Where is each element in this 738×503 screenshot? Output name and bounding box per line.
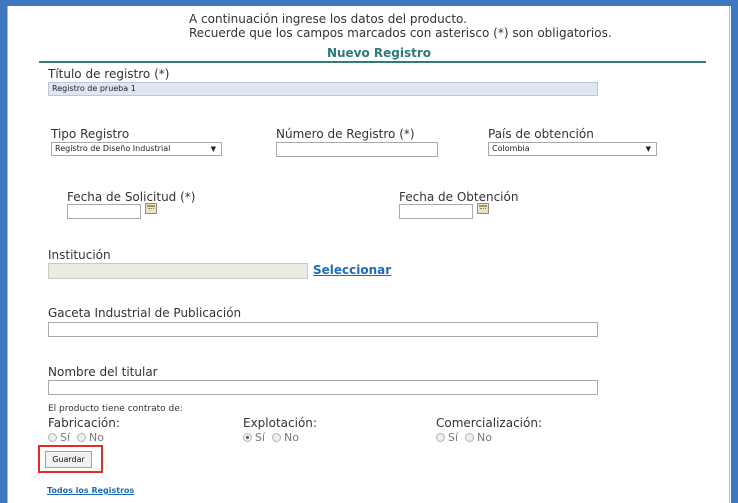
calendar-icon[interactable] bbox=[477, 203, 489, 214]
fecha-solicitud-input[interactable] bbox=[67, 204, 141, 219]
explotacion-no-label: No bbox=[284, 431, 300, 444]
titulo-label: Título de registro (*) bbox=[48, 67, 170, 81]
section-divider bbox=[39, 61, 706, 63]
gaceta-input[interactable] bbox=[48, 322, 598, 337]
fecha-obtencion-label: Fecha de Obtención bbox=[399, 190, 519, 204]
save-button[interactable]: Guardar bbox=[45, 451, 92, 468]
comercializacion-label: Comercialización: bbox=[436, 416, 542, 430]
chevron-down-icon: ▼ bbox=[645, 145, 651, 153]
explotacion-radio-group: Sí No bbox=[243, 431, 303, 444]
gaceta-label: Gaceta Industrial de Publicación bbox=[48, 306, 242, 320]
intro-line-2: Recuerde que los campos marcados con ast… bbox=[189, 26, 612, 40]
fabricacion-label: Fabricación: bbox=[48, 416, 120, 430]
calendar-icon[interactable] bbox=[145, 203, 157, 214]
section-title: Nuevo Registro bbox=[326, 46, 432, 60]
comercializacion-si-radio[interactable] bbox=[436, 433, 445, 442]
explotacion-si-label: Sí bbox=[255, 431, 266, 444]
explotacion-si-radio[interactable] bbox=[243, 433, 252, 442]
comercializacion-radio-group: Sí No bbox=[436, 431, 496, 444]
intro-line-1: A continuación ingrese los datos del pro… bbox=[189, 12, 467, 26]
numero-registro-label: Número de Registro (*) bbox=[276, 127, 415, 141]
pais-label: País de obtención bbox=[488, 127, 594, 141]
pais-value: Colombia bbox=[492, 144, 530, 153]
tipo-registro-select[interactable]: Registro de Diseño Industrial ▼ bbox=[51, 142, 222, 156]
fabricacion-radio-group: Sí No bbox=[48, 431, 108, 444]
comercializacion-no-radio[interactable] bbox=[465, 433, 475, 442]
titular-label: Nombre del titular bbox=[48, 365, 158, 379]
institucion-label: Institución bbox=[48, 248, 111, 262]
pais-select[interactable]: Colombia ▼ bbox=[488, 142, 657, 156]
titular-input[interactable] bbox=[48, 380, 598, 395]
fecha-solicitud-label: Fecha de Solicitud (*) bbox=[67, 190, 196, 204]
fabricacion-no-radio[interactable] bbox=[77, 433, 87, 442]
tipo-registro-label: Tipo Registro bbox=[51, 127, 130, 141]
fabricacion-no-label: No bbox=[89, 431, 105, 444]
all-records-link[interactable]: Todos los Registros bbox=[47, 486, 134, 495]
contrato-label: El producto tiene contrato de: bbox=[48, 404, 183, 414]
fecha-obtencion-input[interactable] bbox=[399, 204, 473, 219]
explotacion-label: Explotación: bbox=[243, 416, 317, 430]
window-frame-right bbox=[731, 0, 738, 503]
comercializacion-no-label: No bbox=[477, 431, 493, 444]
chevron-down-icon: ▼ bbox=[210, 145, 216, 153]
numero-registro-input[interactable] bbox=[276, 142, 438, 157]
institucion-input bbox=[48, 263, 308, 279]
comercializacion-si-label: Sí bbox=[448, 431, 459, 444]
seleccionar-link[interactable]: Seleccionar bbox=[313, 263, 391, 277]
fabricacion-si-radio[interactable] bbox=[48, 433, 57, 442]
titulo-input[interactable]: Registro de prueba 1 bbox=[48, 82, 598, 96]
fabricacion-si-label: Sí bbox=[60, 431, 71, 444]
tipo-registro-value: Registro de Diseño Industrial bbox=[55, 144, 171, 153]
window-frame-left bbox=[0, 0, 7, 503]
explotacion-no-radio[interactable] bbox=[272, 433, 282, 442]
